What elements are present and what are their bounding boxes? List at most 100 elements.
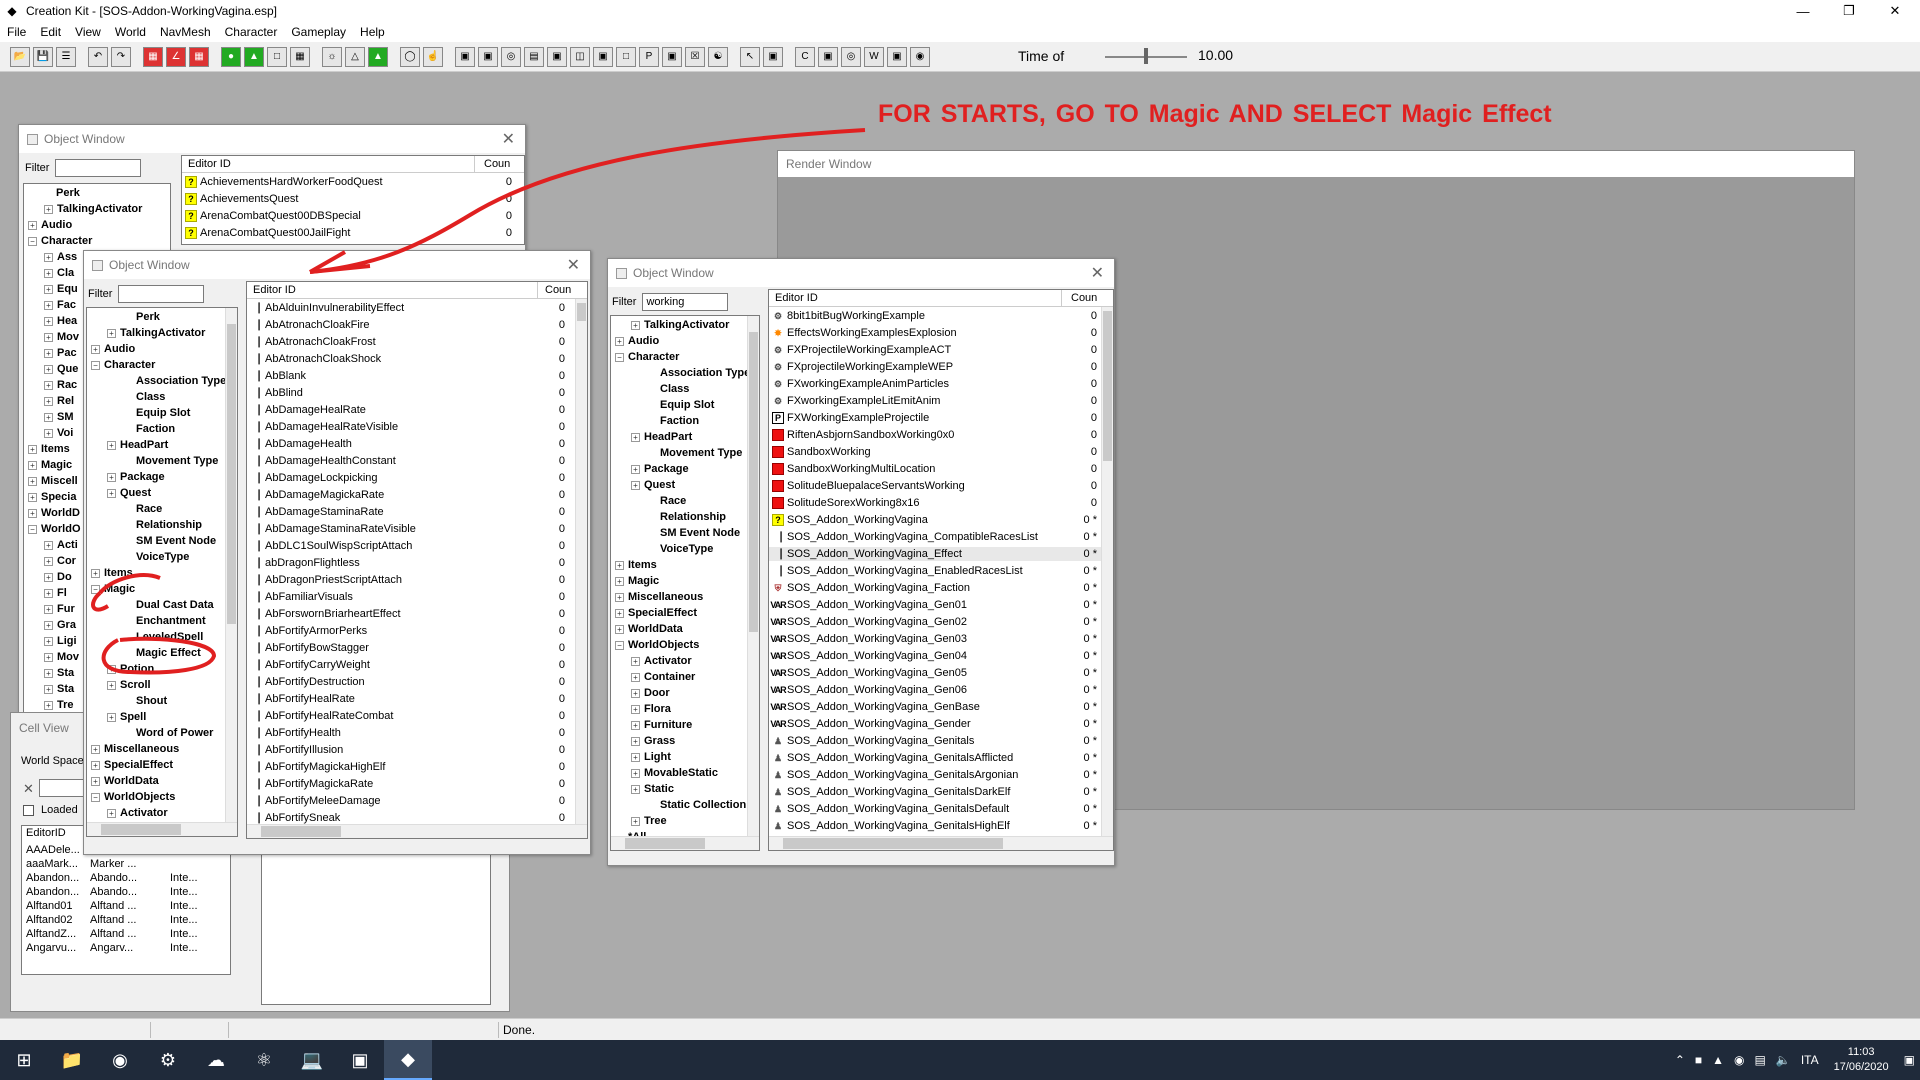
cell-list-value[interactable]: Inte... xyxy=(170,928,198,942)
scrollbar-thumb[interactable] xyxy=(783,838,1003,849)
list-row[interactable]: ▕ abDragonFlightless 0 xyxy=(247,556,587,570)
list-row[interactable]: ♟ SOS_Addon_WorkingVagina_GenitalsDarkElf… xyxy=(769,785,1113,799)
list-row[interactable]: ▕ AbAtronachCloakFire 0 xyxy=(247,318,587,332)
horizontal-scrollbar[interactable] xyxy=(87,822,237,836)
cell-list-value[interactable]: Inte... xyxy=(170,914,198,928)
language-indicator[interactable]: ITA xyxy=(1801,1053,1819,1067)
expand-icon[interactable]: + xyxy=(631,672,640,682)
tree-node-quest[interactable]: + Quest xyxy=(631,478,675,492)
tree-node[interactable]: + Hea xyxy=(44,314,77,328)
tree-node-items[interactable]: + Items xyxy=(91,566,133,580)
tree-node[interactable]: + Sta xyxy=(44,682,74,696)
tree-node[interactable]: + Ass xyxy=(44,250,77,264)
tree-node-character[interactable]: − Character xyxy=(91,358,155,372)
expand-icon[interactable]: + xyxy=(91,344,100,354)
list-row[interactable]: ? ArenaCombatQuest00JailFight 0 xyxy=(182,226,524,240)
collision-icon[interactable]: △ xyxy=(345,46,365,67)
cell-list-value[interactable]: Angarv... xyxy=(90,942,133,956)
expand-icon[interactable]: + xyxy=(631,688,640,698)
expand-icon[interactable]: + xyxy=(44,396,53,406)
room-bounds-icon[interactable]: ▣ xyxy=(455,46,475,67)
expand-icon[interactable]: + xyxy=(44,556,53,566)
menu-item-view[interactable]: View xyxy=(68,25,108,39)
list-row[interactable]: ⚙ FXProjectileWorkingExampleACT 0 xyxy=(769,343,1113,357)
tree-node-faction[interactable]: Faction xyxy=(123,422,175,436)
vertical-scrollbar[interactable] xyxy=(575,299,587,824)
list-row[interactable]: ▕ AbDamageHealRate 0 xyxy=(247,403,587,417)
scrollbar-thumb[interactable] xyxy=(1103,311,1112,461)
app-icon[interactable]: ⚛ xyxy=(240,1040,288,1080)
collapse-icon[interactable]: − xyxy=(91,360,100,370)
expand-icon[interactable]: + xyxy=(107,328,116,338)
snap-grid-icon[interactable]: ▦ xyxy=(143,46,163,67)
tree-node-miscellaneous[interactable]: + Miscellaneous xyxy=(91,742,179,756)
expand-icon[interactable]: + xyxy=(44,284,53,294)
start-icon[interactable]: ⊞ xyxy=(0,1040,48,1080)
expand-icon[interactable]: − xyxy=(28,236,37,246)
col-editor-id[interactable]: Editor ID xyxy=(775,292,818,304)
horizontal-scrollbar[interactable] xyxy=(247,824,587,838)
redo-icon[interactable]: ↷ xyxy=(111,46,131,67)
tree-node[interactable]: + Specia xyxy=(28,490,76,504)
tree-node-specialeffect[interactable]: + SpecialEffect xyxy=(615,606,697,620)
tree-node-enchantment[interactable]: Enchantment xyxy=(123,614,206,628)
tree-node-faction[interactable]: Faction xyxy=(647,414,699,428)
tree-node-potion[interactable]: + Potion xyxy=(107,662,154,676)
list-row[interactable]: ▕ SOS_Addon_WorkingVagina_EnabledRacesLis… xyxy=(769,564,1113,578)
cell-list-value[interactable]: aaaMark... xyxy=(26,858,78,872)
expand-icon[interactable]: + xyxy=(44,348,53,358)
list-row[interactable]: ▕ AbDamageLockpicking 0 xyxy=(247,471,587,485)
tree-node-voicetype[interactable]: VoiceType xyxy=(647,542,713,556)
menu-item-edit[interactable]: Edit xyxy=(33,25,68,39)
list-row[interactable]: ▕ AbAlduinInvulnerabilityEffect 0 xyxy=(247,301,587,315)
tree-node-worldobjects[interactable]: − WorldObjects xyxy=(91,790,175,804)
preferences-icon[interactable]: ☰ xyxy=(56,46,76,67)
cross-icon[interactable]: ☒ xyxy=(685,46,705,67)
scrollbar-thumb[interactable] xyxy=(261,826,341,837)
expand-icon[interactable]: + xyxy=(91,744,100,754)
landscape-icon[interactable]: ● xyxy=(221,46,241,67)
expand-icon[interactable]: + xyxy=(91,776,100,786)
world-space-select[interactable] xyxy=(39,779,89,797)
expand-icon[interactable]: + xyxy=(28,444,37,454)
tree-node-magic-effect[interactable]: Magic Effect xyxy=(123,646,201,660)
column-divider[interactable] xyxy=(474,156,475,173)
tree-node[interactable]: + Que xyxy=(44,362,78,376)
list-row[interactable]: ▕ AbFortifyArmorPerks 0 xyxy=(247,624,587,638)
tree-node-flora[interactable]: + Flora xyxy=(631,702,671,716)
tree-node[interactable]: + Audio xyxy=(28,218,72,232)
volume-icon[interactable]: 🔈 xyxy=(1776,1053,1791,1067)
expand-icon[interactable]: + xyxy=(44,364,53,374)
cell-list-value[interactable]: AlftandZ... xyxy=(26,928,76,942)
tree-node[interactable]: + Voi xyxy=(44,426,73,440)
collapse-icon[interactable]: − xyxy=(615,640,624,650)
expand-icon[interactable]: + xyxy=(615,336,624,346)
expand-icon[interactable]: + xyxy=(91,760,100,770)
plane-icon[interactable]: ◫ xyxy=(570,46,590,67)
multibound-icon[interactable]: ▤ xyxy=(524,46,544,67)
scrollbar-thumb[interactable] xyxy=(749,332,758,632)
tree-node[interactable]: + Tre xyxy=(44,698,74,712)
magic-effect-list[interactable]: Editor ID Coun ▕ AbAlduinInvulnerabilityE… xyxy=(246,281,588,839)
tree-node[interactable]: + Rac xyxy=(44,378,77,392)
col-count[interactable]: Coun xyxy=(484,158,510,170)
tree-node-package[interactable]: + Package xyxy=(631,462,689,476)
tree-node-relationship[interactable]: Relationship xyxy=(123,518,202,532)
list-row[interactable]: ▕ AbFortifyHealth 0 xyxy=(247,726,587,740)
expand-icon[interactable]: + xyxy=(44,412,53,422)
cell-list-value[interactable]: Alftand ... xyxy=(90,900,136,914)
list-row[interactable]: VAR SOS_Addon_WorkingVagina_Gen06 0 * xyxy=(769,683,1113,697)
tray-icon[interactable]: ◉ xyxy=(1734,1053,1744,1067)
cell-list-value[interactable]: Inte... xyxy=(170,886,198,900)
terrain-icon[interactable]: ▲ xyxy=(244,46,264,67)
tree-node-quest[interactable]: + Quest xyxy=(107,486,151,500)
chevron-up-icon[interactable]: ⌃ xyxy=(1675,1053,1685,1067)
expand-icon[interactable]: + xyxy=(107,664,116,674)
object-list[interactable]: Editor ID Coun ? AchievementsHardWorkerFo… xyxy=(181,155,525,245)
clock[interactable]: 11:03 17/06/2020 xyxy=(1834,1045,1889,1075)
tree-node-equip-slot[interactable]: Equip Slot xyxy=(647,398,714,412)
expand-icon[interactable]: + xyxy=(615,576,624,586)
list-row[interactable]: VAR SOS_Addon_WorkingVagina_Gender 0 * xyxy=(769,717,1113,731)
list-row[interactable]: P FXWorkingExampleProjectile 0 xyxy=(769,411,1113,425)
tree-node-equip-slot[interactable]: Equip Slot xyxy=(123,406,190,420)
